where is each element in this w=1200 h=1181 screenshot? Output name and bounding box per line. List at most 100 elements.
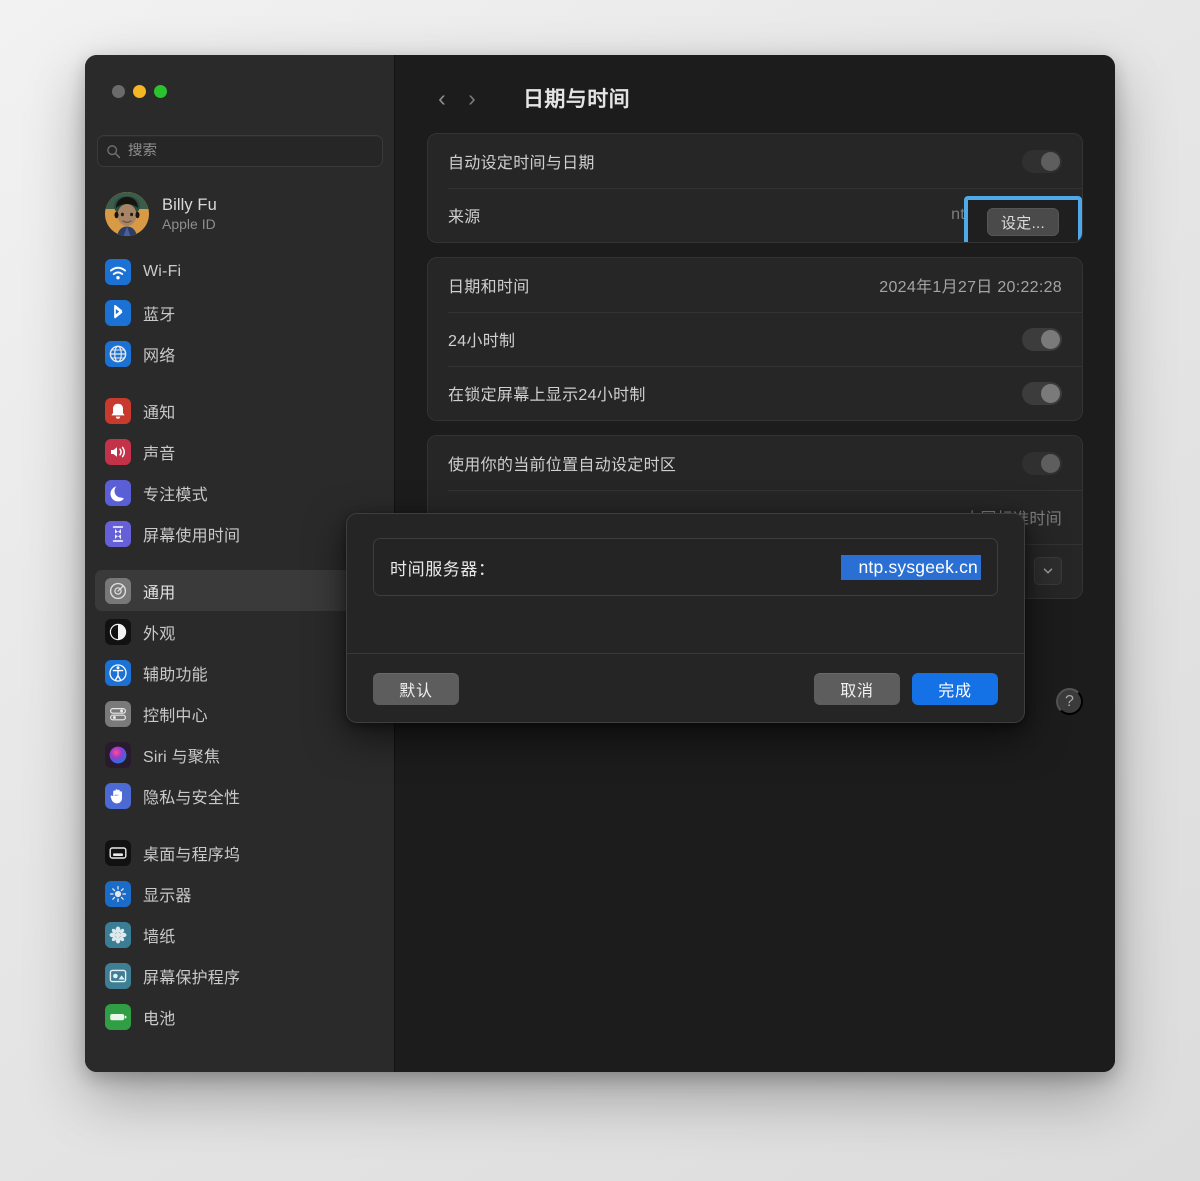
sidebar-item-wallpaper[interactable]: 墙纸 — [95, 914, 385, 955]
battery-icon — [105, 1003, 131, 1030]
row-date-time[interactable]: 日期和时间 2024年1月27日 20:22:28 — [428, 258, 1082, 312]
search-input[interactable] — [128, 143, 374, 159]
time-server-dialog: 时间服务器： 默认 取消 完成 — [346, 513, 1025, 723]
displays-brightness-icon — [105, 880, 131, 907]
row-lock-screen-24-hour[interactable]: 在锁定屏幕上显示24小时制 — [428, 366, 1082, 420]
control-center-icon — [105, 700, 131, 727]
row-label: 在锁定屏幕上显示24小时制 — [448, 387, 646, 404]
minimize-window-icon[interactable] — [133, 85, 146, 98]
maximize-window-icon[interactable] — [154, 85, 167, 98]
date-time-value: 2024年1月27日 20:22:28 — [879, 279, 1062, 296]
dialog-footer: 默认 取消 完成 — [347, 653, 1024, 722]
search-icon — [106, 144, 121, 159]
sidebar-item-notifications[interactable]: 通知 — [95, 390, 385, 431]
sidebar-item-screensaver[interactable]: 屏幕保护程序 — [95, 955, 385, 996]
sidebar-item-label: 屏幕保护程序 — [143, 969, 241, 987]
row-auto-timezone[interactable]: 使用你的当前位置自动设定时区 — [428, 436, 1082, 490]
sidebar-item-label: 专注模式 — [143, 486, 208, 504]
sidebar-item-desktop-dock[interactable]: 桌面与程序坞 — [95, 832, 385, 873]
auto-timezone-toggle[interactable] — [1022, 451, 1062, 475]
desktop-dock-icon — [105, 839, 131, 866]
cancel-button[interactable]: 取消 — [814, 672, 900, 705]
sidebar-item-siri-spotlight[interactable]: Siri 与聚焦 — [95, 734, 385, 775]
time-server-input[interactable] — [840, 554, 981, 580]
lock-screen-24-hour-toggle[interactable] — [1022, 381, 1062, 405]
sidebar-item-battery[interactable]: 电池 — [95, 996, 385, 1037]
account-subtitle: Apple ID — [162, 216, 216, 233]
set-button[interactable]: 设定... — [986, 208, 1059, 236]
screen-time-hourglass-icon — [105, 520, 131, 547]
sidebar-item-label: 控制中心 — [143, 707, 208, 725]
chevron-right-icon[interactable]: › — [457, 83, 487, 113]
privacy-hand-icon — [105, 782, 131, 809]
row-auto-set-time[interactable]: 自动设定时间与日期 — [428, 134, 1082, 188]
toggle-knob — [1041, 329, 1060, 349]
sidebar-item-label: 通知 — [143, 404, 176, 422]
nav-group-connectivity: Wi-Fi 蓝牙 网络 — [95, 251, 385, 374]
sidebar-item-label: 墙纸 — [143, 928, 176, 946]
panel-date-time: 日期和时间 2024年1月27日 20:22:28 24小时制 在锁定屏幕上显示… — [427, 257, 1083, 421]
time-server-label: 时间服务器： — [390, 559, 496, 579]
wifi-icon — [105, 258, 131, 285]
close-window-icon[interactable] — [112, 85, 125, 98]
sidebar-item-label: 声音 — [143, 445, 176, 463]
row-label: 24小时制 — [448, 333, 516, 350]
wallpaper-icon — [105, 921, 131, 948]
traffic-lights — [112, 85, 167, 98]
page-title: 日期与时间 — [523, 88, 630, 111]
toggle-knob — [1041, 453, 1060, 473]
avatar — [105, 192, 149, 236]
dialog-body: 时间服务器： — [347, 514, 1024, 653]
row-24-hour[interactable]: 24小时制 — [428, 312, 1082, 366]
set-button-highlight: 设定... — [964, 196, 1082, 242]
sidebar-item-label: 网络 — [143, 347, 176, 365]
chevron-left-icon[interactable]: ‹ — [427, 83, 457, 113]
sidebar-item-control-center[interactable]: 控制中心 — [95, 693, 385, 734]
sidebar-item-sound[interactable]: 声音 — [95, 431, 385, 472]
notifications-bell-icon — [105, 397, 131, 424]
sidebar-item-label: 外观 — [143, 625, 176, 643]
sidebar-item-appearance[interactable]: 外观 — [95, 611, 385, 652]
nav-group-alerts: 通知 声音 专注模式 屏幕使用时间 — [95, 390, 385, 554]
row-label: 日期和时间 — [448, 279, 530, 296]
sidebar-item-displays[interactable]: 显示器 — [95, 873, 385, 914]
sidebar-item-label: 电池 — [143, 1010, 176, 1028]
chevron-down-icon[interactable] — [1034, 557, 1062, 585]
appearance-contrast-icon — [105, 618, 131, 645]
sidebar-item-focus[interactable]: 专注模式 — [95, 472, 385, 513]
row-label: 使用你的当前位置自动设定时区 — [448, 457, 677, 474]
sidebar-item-label: 蓝牙 — [143, 306, 176, 324]
panel-auto-time: 自动设定时间与日期 来源 ntp.sysgeek.cn 设定... — [427, 133, 1083, 243]
sidebar-item-privacy-security[interactable]: 隐私与安全性 — [95, 775, 385, 816]
sidebar-item-label: Wi-Fi — [143, 262, 182, 280]
twenty-four-hour-toggle[interactable] — [1022, 327, 1062, 351]
sidebar-item-bluetooth[interactable]: 蓝牙 — [95, 292, 385, 333]
sidebar-item-wifi[interactable]: Wi-Fi — [95, 251, 385, 292]
account-text: Billy Fu Apple ID — [162, 195, 217, 234]
toggle-knob — [1041, 151, 1060, 171]
nav-group-system: 通用 外观 辅助功能 控制中心 Siri 与聚焦 隐私与安全性 — [95, 570, 385, 816]
bluetooth-icon — [105, 299, 131, 326]
screensaver-icon — [105, 962, 131, 989]
toggle-knob — [1041, 383, 1060, 403]
sidebar-item-label: 显示器 — [143, 887, 192, 905]
done-button[interactable]: 完成 — [912, 672, 998, 705]
search-field[interactable] — [97, 135, 383, 167]
sidebar-item-screen-time[interactable]: 屏幕使用时间 — [95, 513, 385, 554]
help-question-icon[interactable]: ? — [1056, 688, 1083, 715]
sidebar-item-network[interactable]: 网络 — [95, 333, 385, 374]
sidebar-item-accessibility[interactable]: 辅助功能 — [95, 652, 385, 693]
siri-icon — [105, 741, 131, 768]
focus-moon-icon — [105, 479, 131, 506]
account-row[interactable]: Billy Fu Apple ID — [95, 187, 385, 241]
sidebar-item-label: 通用 — [143, 584, 176, 602]
time-server-field-group: 时间服务器： — [373, 538, 998, 596]
auto-set-time-toggle[interactable] — [1022, 149, 1062, 173]
accessibility-icon — [105, 659, 131, 686]
row-label: 自动设定时间与日期 — [448, 155, 595, 172]
nav-group-desktop: 桌面与程序坞 显示器 墙纸 屏幕保护程序 电池 — [95, 832, 385, 1037]
row-time-source[interactable]: 来源 ntp.sysgeek.cn 设定... — [428, 188, 1082, 242]
sidebar-item-general[interactable]: 通用 — [95, 570, 385, 611]
network-globe-icon — [105, 340, 131, 367]
default-button[interactable]: 默认 — [373, 672, 459, 705]
